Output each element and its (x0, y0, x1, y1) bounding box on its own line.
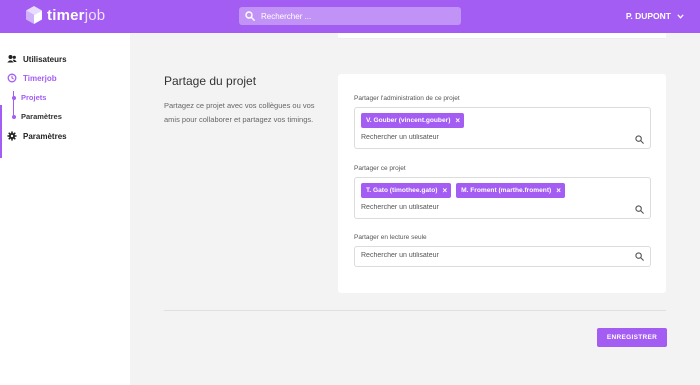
divider (164, 310, 666, 311)
chip-list: T. Gato (timothee.gato) × M. Froment (ma… (361, 183, 570, 198)
sidebar-item-label: Paramètres (23, 131, 67, 141)
logo-text-light: job (84, 6, 106, 24)
sidebar: Utilisateurs Timerjob Projets Paramètres… (0, 33, 130, 385)
user-name: P. DUPONT (625, 11, 671, 21)
sidebar-subitem-label: Paramètres (21, 112, 62, 121)
sidebar-item-label: Utilisateurs (23, 54, 67, 64)
chip-remove-icon[interactable]: × (442, 186, 447, 195)
subitem-dot (12, 114, 16, 119)
top-bar: timerjob P. DUPONT (0, 0, 700, 33)
sidebar-item-timerjob[interactable]: Timerjob (7, 73, 57, 83)
logo[interactable]: timerjob (26, 6, 105, 24)
search-icon[interactable] (635, 252, 644, 261)
sidebar-subitem-projets[interactable]: Projets (12, 93, 46, 102)
admin-share-field[interactable]: V. Gouber (vincent.gouber) × (354, 107, 651, 149)
logo-text-bold: timer (47, 6, 85, 24)
field-label-readonly: Partager en lecture seule (354, 234, 427, 241)
user-chip: M. Froment (marthe.froment) × (456, 183, 565, 198)
search-icon[interactable] (635, 135, 644, 144)
sidebar-item-utilisateurs[interactable]: Utilisateurs (7, 54, 67, 64)
chip-label: M. Froment (marthe.froment) (461, 187, 552, 194)
share-card: Partager l'administration de ce projet V… (338, 74, 666, 293)
readonly-user-search-input[interactable] (361, 252, 621, 259)
share-field[interactable]: T. Gato (timothee.gato) × M. Froment (ma… (354, 177, 651, 219)
field-label-share: Partager ce projet (354, 165, 406, 172)
readonly-share-field[interactable] (354, 246, 651, 267)
save-button[interactable]: ENREGISTRER (597, 328, 667, 347)
admin-user-search-input[interactable] (361, 134, 621, 141)
previous-card-edge (338, 33, 666, 39)
clock-icon (7, 73, 17, 83)
users-icon (7, 55, 17, 63)
global-search-input[interactable] (261, 11, 451, 21)
logo-text: timerjob (47, 7, 105, 24)
field-label-admin: Partager l'administration de ce projet (354, 95, 460, 102)
share-user-search-input[interactable] (361, 204, 621, 211)
search-icon[interactable] (635, 205, 644, 214)
user-chip: V. Gouber (vincent.gouber) × (361, 113, 465, 128)
section-title: Partage du projet (164, 74, 257, 88)
sidebar-subitem-parametres[interactable]: Paramètres (12, 112, 62, 121)
chip-label: T. Gato (timothee.gato) (366, 187, 438, 194)
sidebar-subitem-label: Projets (21, 93, 47, 102)
chip-remove-icon[interactable]: × (556, 186, 561, 195)
chip-list: V. Gouber (vincent.gouber) × (361, 113, 469, 128)
active-dot (12, 95, 16, 100)
section-description: Partagez ce projet avec vos collègues ou… (164, 101, 315, 124)
active-indicator (0, 105, 2, 158)
sidebar-item-parametres[interactable]: Paramètres (7, 131, 67, 141)
sidebar-item-label: Timerjob (23, 73, 57, 83)
global-search[interactable] (239, 7, 461, 25)
cube-logo-icon (26, 6, 42, 24)
user-chip: T. Gato (timothee.gato) × (361, 183, 452, 198)
search-icon (245, 11, 255, 21)
gear-icon (7, 131, 17, 141)
chip-label: V. Gouber (vincent.gouber) (366, 117, 451, 124)
chip-remove-icon[interactable]: × (455, 116, 460, 125)
chevron-down-icon (677, 13, 684, 19)
user-menu[interactable]: P. DUPONT (626, 11, 684, 21)
